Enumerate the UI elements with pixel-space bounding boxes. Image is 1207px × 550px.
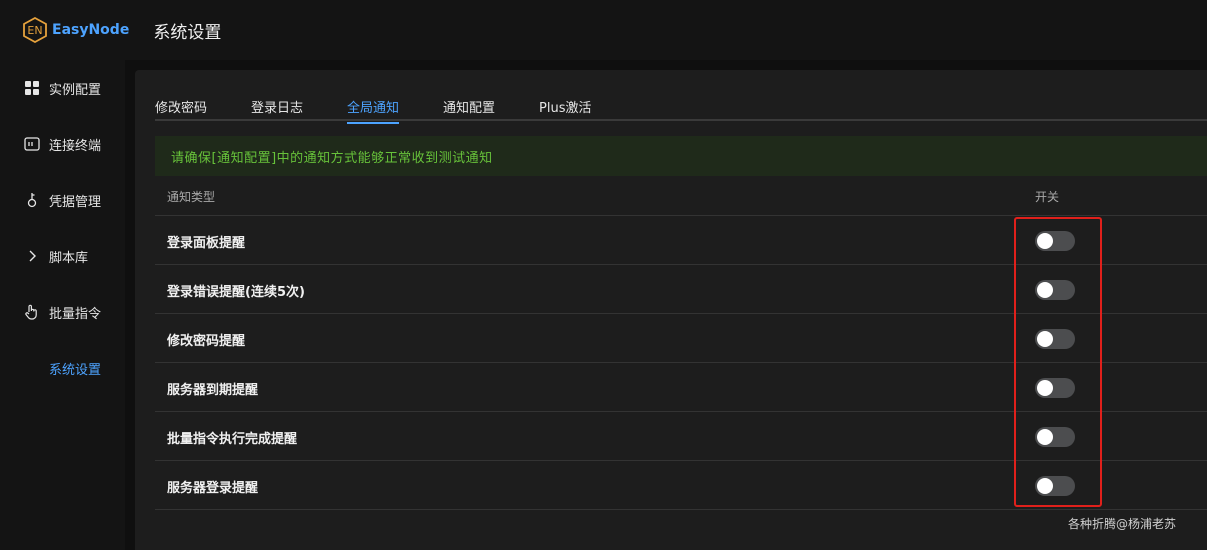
table-header: 通知类型 开关 [155, 176, 1207, 216]
toggle-switch[interactable] [1035, 427, 1075, 447]
toggle-knob [1037, 429, 1053, 445]
toggle-switch[interactable] [1035, 476, 1075, 496]
toggle-switch[interactable] [1035, 280, 1075, 300]
toggle-knob [1037, 331, 1053, 347]
logo-text: EasyNode [52, 22, 130, 38]
toggle-knob [1037, 282, 1053, 298]
grid-icon [24, 80, 40, 96]
sidebar-item-credentials[interactable]: 凭据管理 [0, 180, 125, 220]
row-label: 服务器登录提醒 [167, 481, 259, 496]
pointer-hand-icon [24, 304, 40, 320]
row-label: 登录面板提醒 [167, 236, 246, 251]
toggle-switch[interactable] [1035, 231, 1075, 251]
sidebar-item-terminal[interactable]: 连接终端 [0, 124, 125, 164]
logo-mark-text: EN [27, 24, 42, 37]
row-label: 登录错误提醒(连续5次) [167, 285, 305, 300]
row-label: 修改密码提醒 [167, 334, 246, 349]
terminal-icon [24, 136, 40, 152]
watermark-text: 各种折腾@杨浦老苏 [1068, 517, 1177, 531]
tab-notification-config[interactable]: 通知配置 [443, 97, 495, 122]
toggle-switch[interactable] [1035, 329, 1075, 349]
row-label: 批量指令执行完成提醒 [167, 432, 298, 447]
sidebar-item-scripts[interactable]: 脚本库 [0, 236, 125, 276]
app-root: EN EasyNode 系统设置 实例配置 连接终端 凭据管理 脚本库 批量指令… [0, 0, 1207, 550]
settings-panel: 修改密码 登录日志 全局通知 通知配置 Plus激活 请确保[通知配置]中的通知… [135, 70, 1207, 550]
top-header: EN EasyNode 系统设置 [0, 0, 1207, 60]
header-switch: 开关 [1035, 190, 1060, 204]
sidebar-item-label: 脚本库 [49, 250, 89, 266]
sidebar-item-system-settings[interactable]: 系统设置 [0, 348, 125, 388]
settings-tabs: 修改密码 登录日志 全局通知 通知配置 Plus激活 [155, 88, 1207, 124]
table-row: 服务器登录提醒 [155, 461, 1207, 510]
toggle-knob [1037, 478, 1053, 494]
logo-hexagon-icon: EN [22, 17, 48, 43]
tab-change-password[interactable]: 修改密码 [155, 97, 207, 122]
key-icon [24, 192, 40, 208]
sidebar-item-label: 批量指令 [49, 306, 102, 322]
logo[interactable]: EN EasyNode [22, 17, 129, 43]
tab-login-log[interactable]: 登录日志 [251, 97, 303, 122]
alert-text: 请确保[通知配置]中的通知方式能够正常收到测试通知 [171, 150, 493, 166]
sidebar-item-instances[interactable]: 实例配置 [0, 68, 125, 108]
table-row: 登录面板提醒 [155, 216, 1207, 265]
sidebar-item-batch-command[interactable]: 批量指令 [0, 292, 125, 332]
tab-global-notification[interactable]: 全局通知 [347, 97, 400, 124]
sidebar-item-label: 连接终端 [49, 138, 102, 154]
table-row: 批量指令执行完成提醒 [155, 412, 1207, 461]
info-alert: 请确保[通知配置]中的通知方式能够正常收到测试通知 [155, 136, 1207, 176]
sidebar: 实例配置 连接终端 凭据管理 脚本库 批量指令 系统设置 [0, 60, 125, 550]
table-row: 登录错误提醒(连续5次) [155, 265, 1207, 314]
toggle-knob [1037, 380, 1053, 396]
table-row: 服务器到期提醒 [155, 363, 1207, 412]
toggle-knob [1037, 233, 1053, 249]
chevron-right-icon [24, 248, 40, 264]
sidebar-item-label: 实例配置 [49, 82, 102, 98]
tab-plus-activation[interactable]: Plus激活 [539, 97, 591, 122]
sidebar-item-label: 系统设置 [49, 362, 102, 378]
toggle-switch[interactable] [1035, 378, 1075, 398]
sidebar-item-label: 凭据管理 [49, 194, 102, 210]
header-notification-type: 通知类型 [167, 190, 216, 204]
notification-table: 通知类型 开关 登录面板提醒 登录错误提醒(连续5次) 修改密码提醒 服务器到期… [155, 176, 1207, 510]
table-row: 修改密码提醒 [155, 314, 1207, 363]
row-label: 服务器到期提醒 [167, 383, 259, 398]
page-title: 系统设置 [153, 22, 222, 43]
